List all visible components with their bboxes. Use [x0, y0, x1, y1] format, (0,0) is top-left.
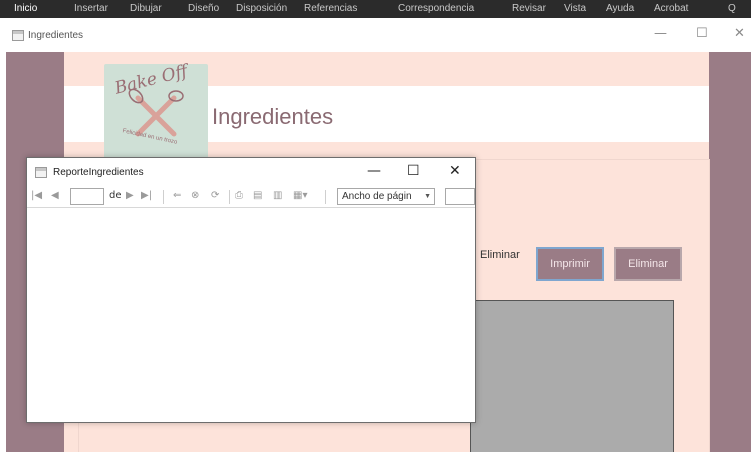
last-page-icon[interactable]: ▶|: [141, 190, 152, 202]
find-text-input[interactable]: [445, 188, 475, 205]
report-titlebar[interactable]: ReporteIngredientes — ☐ ✕: [27, 158, 475, 186]
ribbon-tab-diseno[interactable]: Diseño: [188, 3, 219, 14]
main-window-title: Ingredientes: [28, 30, 84, 41]
page-number-input[interactable]: [70, 188, 104, 205]
toolbar-separator: [163, 190, 164, 204]
report-maximize-button[interactable]: ☐: [407, 163, 420, 179]
minimize-button[interactable]: —: [654, 26, 667, 41]
refresh-icon[interactable]: ⟳: [211, 190, 219, 202]
ribbon-tab-acrobat[interactable]: Acrobat: [654, 3, 688, 14]
word-ribbon: Inicio Insertar Dibujar Diseño Disposici…: [0, 0, 751, 18]
zoom-select-value: Ancho de págin: [342, 191, 412, 202]
previous-page-icon[interactable]: ◀: [51, 190, 59, 202]
back-icon[interactable]: ⇐: [173, 190, 181, 202]
ribbon-tab-ayuda[interactable]: Ayuda: [606, 3, 634, 14]
bake-off-logo: Bake Off Felicidad en un trozo: [104, 61, 208, 160]
chevron-down-icon: ▼: [424, 193, 431, 200]
delete-button[interactable]: Eliminar: [614, 247, 682, 281]
stop-icon[interactable]: ⊗: [191, 190, 199, 202]
maximize-button[interactable]: ☐: [696, 26, 708, 41]
ribbon-tab-revisar[interactable]: Revisar: [512, 3, 546, 14]
app-icon: [12, 30, 24, 41]
ribbon-tab-dibujar[interactable]: Dibujar: [130, 3, 162, 14]
zoom-select[interactable]: Ancho de págin ▼: [337, 188, 435, 205]
ribbon-tab-inicio[interactable]: Inicio: [14, 3, 37, 14]
ribbon-search-icon[interactable]: Q: [728, 3, 736, 14]
ribbon-tab-correspondencia[interactable]: Correspondencia: [398, 3, 474, 14]
eliminar-label: Eliminar: [480, 249, 520, 261]
page-of-label: de: [109, 190, 122, 201]
first-page-icon[interactable]: |◀: [31, 190, 42, 202]
toolbar-separator: [325, 190, 326, 204]
print-layout-icon[interactable]: ▤: [253, 190, 262, 202]
whisk-spoon-icon: [128, 88, 184, 137]
print-icon[interactable]: ⎙: [235, 190, 243, 202]
print-button[interactable]: Imprimir: [536, 247, 604, 281]
report-viewer-area[interactable]: [27, 209, 475, 422]
report-minimize-button[interactable]: —: [367, 163, 381, 179]
main-titlebar[interactable]: Ingredientes — ☐ ✕: [6, 18, 751, 52]
report-window: ReporteIngredientes — ☐ ✕ |◀ ◀ de ▶ ▶| ⇐…: [26, 157, 476, 423]
ribbon-tab-referencias[interactable]: Referencias: [304, 3, 357, 14]
toolbar-separator: [229, 190, 230, 204]
ribbon-tab-vista[interactable]: Vista: [564, 3, 586, 14]
report-close-button[interactable]: ✕: [449, 163, 461, 179]
ingredients-grid[interactable]: [470, 300, 674, 452]
page-setup-icon[interactable]: ▥: [273, 190, 282, 202]
report-app-icon: [35, 167, 47, 178]
ribbon-tab-insertar[interactable]: Insertar: [74, 3, 108, 14]
report-toolbar: |◀ ◀ de ▶ ▶| ⇐ ⊗ ⟳ ⎙ ▤ ▥ ▦▾ Ancho de pág…: [27, 186, 475, 208]
close-button[interactable]: ✕: [734, 26, 745, 41]
report-window-title: ReporteIngredientes: [53, 167, 144, 178]
ribbon-tab-disposicion[interactable]: Disposición: [236, 3, 287, 14]
page-title: Ingredientes: [212, 104, 334, 129]
export-icon[interactable]: ▦▾: [293, 190, 307, 202]
next-page-icon[interactable]: ▶: [126, 190, 134, 202]
